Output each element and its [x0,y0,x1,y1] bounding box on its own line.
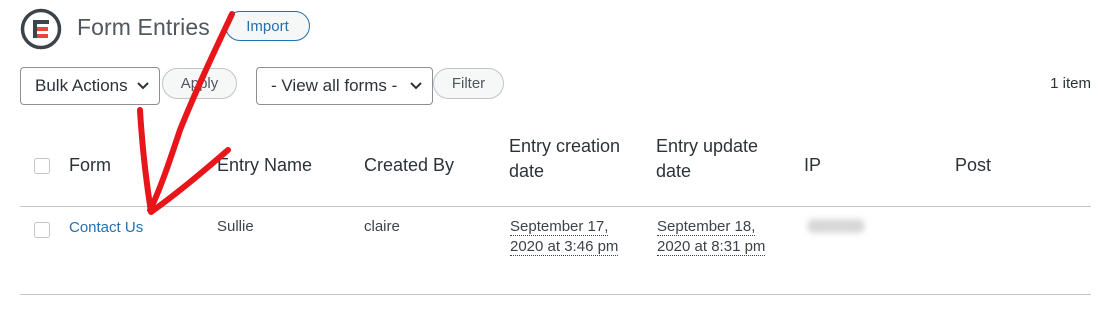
column-header-text: Entry update [656,136,759,156]
apply-button[interactable]: Apply [162,68,237,99]
column-header-ip[interactable]: IP [804,153,821,178]
date-text: 2020 at 8:31 pm [657,238,766,256]
entry-name-cell: Sullie [217,218,254,235]
bulk-actions-select[interactable]: Bulk Actions [20,67,160,105]
column-header-text: date [656,161,692,181]
view-forms-select[interactable]: - View all forms - [256,67,433,105]
item-count: 1 item [1050,75,1091,92]
column-header-created-by[interactable]: Created By [364,153,454,178]
formidable-logo-icon [20,8,62,50]
select-all-checkbox[interactable] [34,158,50,174]
ip-cell-redacted [807,219,865,233]
creation-date-cell: September 17, 2020 at 3:46 pm [510,217,619,257]
bulk-actions-label: Bulk Actions [35,76,128,95]
form-link[interactable]: Contact Us [69,218,143,238]
column-header-text: date [509,161,545,181]
update-date-cell: September 18, 2020 at 8:31 pm [657,217,766,257]
column-header-form[interactable]: Form [69,153,111,178]
created-by-cell: claire [364,218,400,235]
date-text: September 18, [657,218,756,236]
column-header-entry-name[interactable]: Entry Name [217,153,312,178]
filter-button[interactable]: Filter [433,68,504,99]
date-text: 2020 at 3:46 pm [510,238,619,256]
column-header-entry-update-date[interactable]: Entry update date [656,134,758,184]
table-header-divider [20,206,1091,207]
view-forms-label: - View all forms - [271,76,398,95]
table-bottom-divider [20,294,1091,295]
column-header-post[interactable]: Post [955,153,991,178]
column-header-text: Entry creation [509,136,621,156]
import-button[interactable]: Import [225,11,310,41]
chevron-down-icon [137,82,149,90]
page-title: Form Entries [77,14,210,40]
column-header-entry-creation-date[interactable]: Entry creation date [509,134,620,184]
chevron-down-icon [410,82,422,90]
row-checkbox[interactable] [34,222,50,238]
date-text: September 17, [510,218,609,236]
